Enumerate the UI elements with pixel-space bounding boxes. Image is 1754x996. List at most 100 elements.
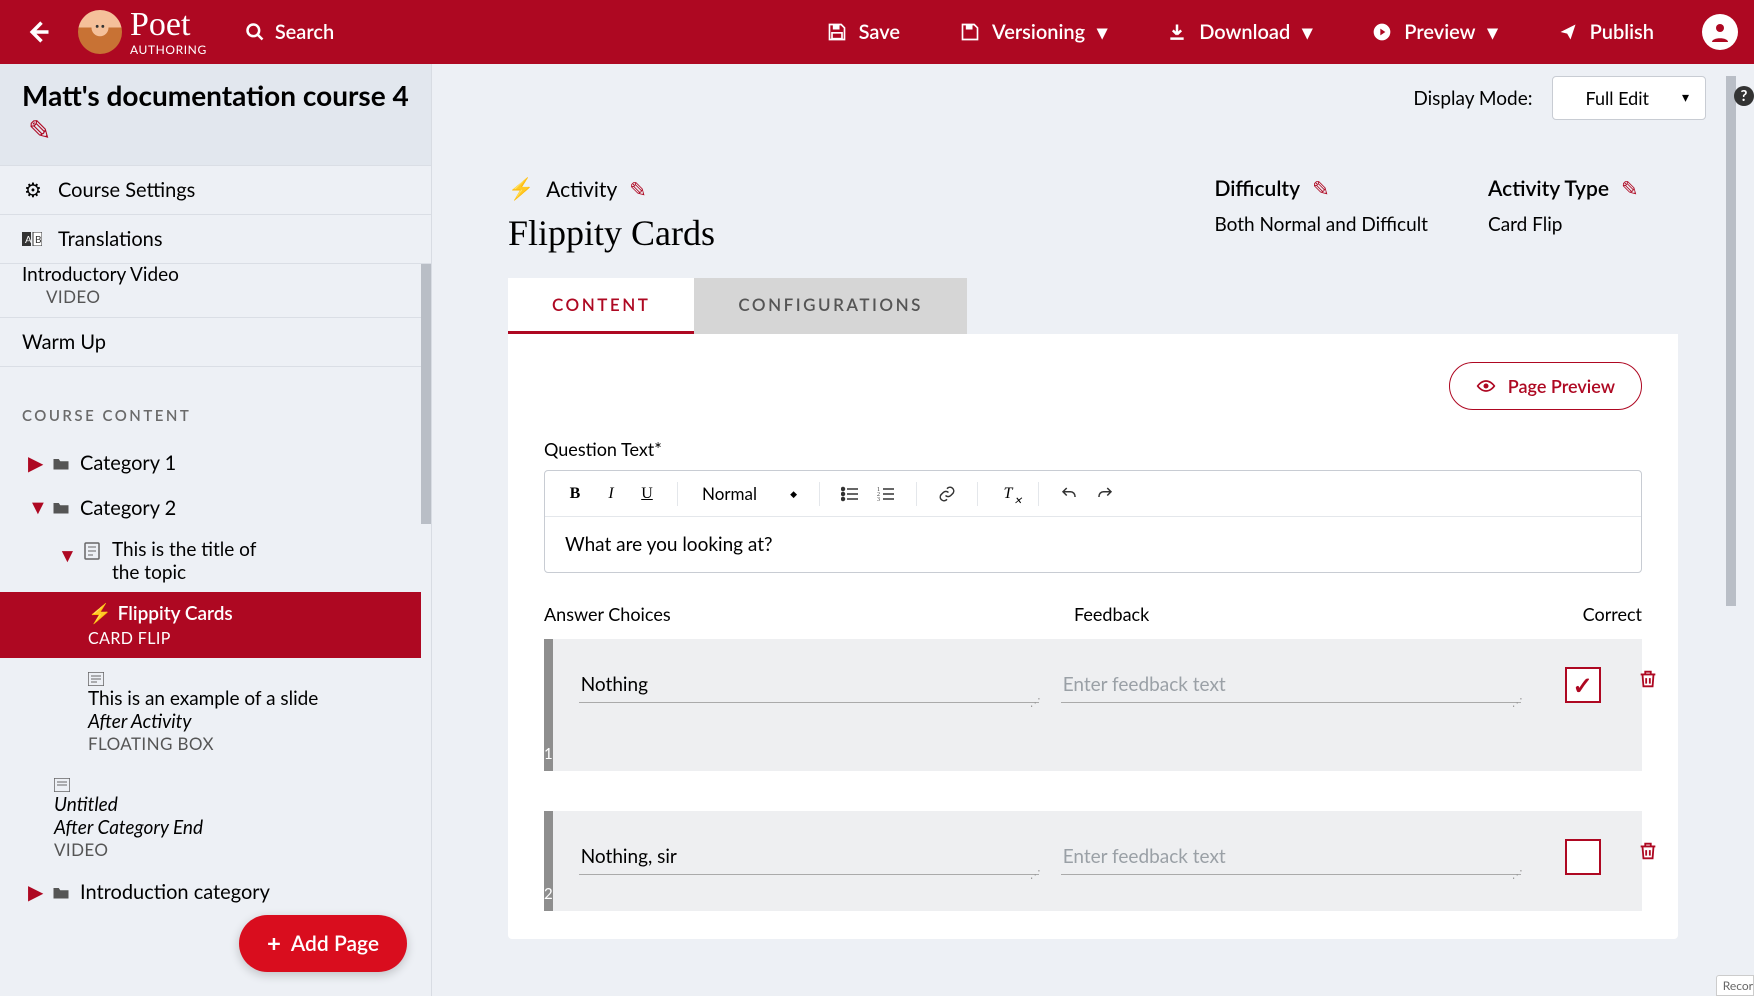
warm-up-link[interactable]: Warm Up [0,317,421,367]
category-1-label: Category 1 [80,451,176,475]
chevron-down-icon: ▾ [1302,20,1312,44]
edit-difficulty-button[interactable]: ✎ [1312,176,1330,201]
publish-button[interactable]: Publish [1528,20,1684,44]
difficulty-value: Both Normal and Difficult [1214,213,1428,236]
main-scroll-thumb[interactable] [1726,76,1736,606]
account-button[interactable] [1702,14,1738,50]
question-text-label: Question Text* [544,438,1642,460]
active-flippity-item[interactable]: ⚡Flippity Cards CARD FLIP [0,592,421,658]
search-label: Search [275,20,334,44]
tab-configurations[interactable]: CONFIGURATIONS [694,278,967,334]
italic-button[interactable]: I [597,480,625,508]
course-title: Matt's documentation course 4 ✎ [0,64,431,166]
sidebar-scroll-thumb[interactable] [421,264,431,524]
preview-button[interactable]: Preview ▾ [1342,20,1527,44]
publish-label: Publish [1590,20,1654,44]
add-page-button[interactable]: + Add Page [239,915,407,972]
delete-choice-1[interactable] [1637,667,1659,691]
intro-category-label: Introduction category [80,880,270,904]
numbered-list-button[interactable]: 123 [872,480,900,508]
intro-video-meta: VIDEO [22,286,100,307]
question-editor: B I U Normal 123 [544,470,1642,573]
chevron-down-icon: ▼ [28,495,42,520]
question-text-input[interactable]: What are you looking at? [545,517,1641,572]
correct-checkbox-1[interactable] [1565,667,1601,703]
gear-icon: ⚙ [22,178,44,202]
untitled-title: Untitled [54,793,118,816]
category-2-row[interactable]: ▼ Category 2 [0,485,421,530]
bullet-list-button[interactable] [836,480,864,508]
drag-handle-2[interactable]: 2 [544,811,553,911]
page-preview-label: Page Preview [1508,375,1615,397]
arrow-left-icon [24,18,52,46]
bolt-icon: ⚡ [88,602,112,625]
main-area: Display Mode: Full Edit ⚡ Activity ✎ Fli… [432,64,1754,996]
display-mode-value: Full Edit [1585,87,1649,109]
link-button[interactable] [933,480,961,508]
search-button[interactable]: Search [245,20,334,44]
correct-checkbox-2[interactable] [1565,839,1601,875]
download-button[interactable]: Download ▾ [1137,20,1342,44]
display-mode-select[interactable]: Full Edit [1552,76,1706,120]
format-value: Normal [702,483,757,504]
versioning-button[interactable]: Versioning ▾ [930,20,1137,44]
choice-row-2: 2 ⋰ ⋰ [544,811,1642,911]
activity-type-block: Activity Type ✎ Card Flip [1488,176,1678,236]
intro-category-row[interactable]: ▶ Introduction category [0,870,421,914]
col-answer-choices: Answer Choices [544,603,1074,625]
resize-icon: ⋰ [1030,696,1041,709]
display-mode-bar: Display Mode: Full Edit [432,64,1754,120]
resize-icon: ⋰ [1030,868,1041,881]
sidebar-scroll[interactable]: ▣ Introductory Video VIDEO Warm Up COURS… [0,264,431,996]
page-preview-button[interactable]: Page Preview [1449,362,1642,410]
undo-button[interactable] [1055,480,1083,508]
folder-icon [52,885,70,900]
edit-type-button[interactable]: ✎ [1621,176,1639,201]
answer-input-2[interactable] [579,839,1039,875]
course-settings-link[interactable]: ⚙ Course Settings [0,166,431,215]
resize-icon: ⋰ [1512,868,1523,881]
topic-row[interactable]: ▼ This is the title of the topic [0,530,421,592]
record-badge: Recor [1716,975,1754,996]
logo-stack: Poet AUTHORING [130,8,207,56]
search-icon [245,22,265,42]
user-icon [1708,20,1732,44]
underline-button[interactable]: U [633,480,661,508]
answer-input-1[interactable] [579,667,1039,703]
type-value: Card Flip [1488,213,1678,236]
chevron-down-icon: ▼ [58,538,72,568]
paper-plane-icon [1558,22,1578,42]
category-1-row[interactable]: ▶ Category 1 [0,441,421,485]
edit-activity-button[interactable]: ✎ [629,177,647,202]
slide-meta: FLOATING BOX [88,733,214,754]
intro-video-title: Introductory Video [22,264,179,286]
translations-label: Translations [58,227,163,251]
feedback-input-2[interactable] [1061,839,1521,875]
redo-button[interactable] [1091,480,1119,508]
untitled-after: After Category End [54,816,203,839]
document-icon [88,668,108,686]
add-page-label: Add Page [291,931,379,956]
back-button[interactable] [16,10,60,54]
tab-content[interactable]: CONTENT [508,278,694,334]
translate-icon: AB [22,232,44,246]
bold-button[interactable]: B [561,480,589,508]
slide-item[interactable]: This is an example of a slide After Acti… [0,658,421,764]
translations-link[interactable]: AB Translations [0,215,431,264]
editor-toolbar: B I U Normal 123 [545,471,1641,517]
help-button[interactable]: ? [1734,86,1754,106]
untitled-item[interactable]: Untitled After Category End VIDEO [0,764,421,870]
course-title-text: Matt's documentation course 4 [22,78,409,112]
type-label: Activity Type [1488,176,1609,201]
delete-choice-2[interactable] [1637,839,1659,863]
course-settings-label: Course Settings [58,178,195,202]
format-select[interactable]: Normal [694,479,803,508]
clear-format-button[interactable]: T✕ [994,480,1022,508]
save-button[interactable]: Save [797,20,930,44]
preview-label: Preview [1404,20,1475,44]
edit-title-button[interactable]: ✎ [28,112,51,146]
intro-video-item[interactable]: ▣ Introductory Video VIDEO [0,264,421,317]
feedback-input-1[interactable] [1061,667,1521,703]
display-mode-label: Display Mode: [1413,87,1532,110]
drag-handle-1[interactable]: 1 [544,639,553,771]
